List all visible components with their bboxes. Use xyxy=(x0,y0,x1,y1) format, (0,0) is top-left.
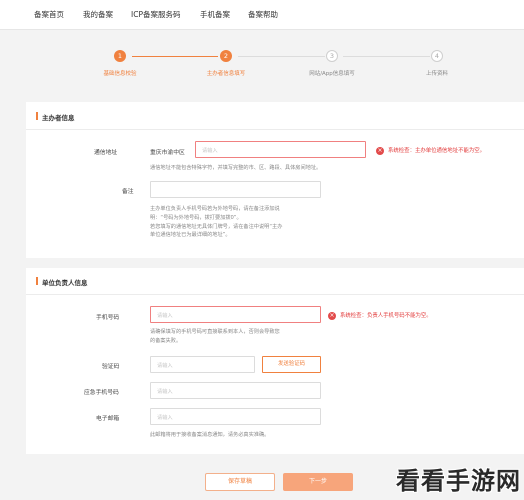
remark-label: 备注 xyxy=(122,189,134,195)
address-prefix: 重庆市渝中区 xyxy=(150,150,185,156)
step-connector-3 xyxy=(343,56,430,57)
phone-placeholder: 请输入 xyxy=(157,313,173,319)
send-code-button[interactable]: 发送验证码 xyxy=(262,356,321,373)
phone-label: 手机号码 xyxy=(96,315,120,321)
nav-icp-service-code[interactable]: ICP备案服务码 xyxy=(131,9,180,20)
address-input[interactable]: 请输入 xyxy=(195,141,366,158)
phone-error: × 系统检查：负责人手机号码不能为空。 xyxy=(328,311,432,320)
next-step-button[interactable]: 下一步 xyxy=(283,473,353,491)
error-icon: × xyxy=(328,311,336,320)
remark-input[interactable] xyxy=(150,181,321,198)
step-4-circle: 4 xyxy=(431,50,443,62)
emergency-phone-placeholder: 请输入 xyxy=(157,389,173,395)
step-4-label: 上传资料 xyxy=(425,71,449,77)
top-nav: 备案首页 我的备案 ICP备案服务码 手机备案 备案帮助 xyxy=(0,0,524,30)
phone-input[interactable]: 请输入 xyxy=(150,306,321,323)
step-connector-2 xyxy=(238,56,325,57)
step-1-circle: 1 xyxy=(114,50,126,62)
step-2-label: 主办者信息填写 xyxy=(206,71,246,77)
address-label: 通信地址 xyxy=(94,150,118,156)
leader-info-card: 单位负责人信息 手机号码 请输入 × 系统检查：负责人手机号码不能为空。 请确保填… xyxy=(26,268,524,454)
email-label: 电子邮箱 xyxy=(96,416,120,422)
phone-hint-1: 请确保填写的手机号码可直接联系到本人，否则会导致您 xyxy=(150,329,280,335)
address-hint: 通信地址不能包含特殊字符，并填写完整的市、区、路段、具体房间地址。 xyxy=(150,165,322,171)
leader-section-title: 单位负责人信息 xyxy=(36,277,88,287)
emergency-phone-label: 应急手机号码 xyxy=(84,390,119,396)
remark-hint-1: 主办单位负责人手机号码若为外地号码，请在备注添加说 xyxy=(150,206,280,212)
address-error-text: 系统检查：主办单位通信地址不能为空。 xyxy=(388,148,486,154)
step-2-circle: 2 xyxy=(220,50,232,62)
email-input[interactable]: 请输入 xyxy=(150,408,321,425)
sponsor-section-title: 主办者信息 xyxy=(36,112,75,122)
step-1-label: 基础信息校验 xyxy=(103,71,137,77)
address-placeholder: 请输入 xyxy=(202,148,218,154)
phone-error-text: 系统检查：负责人手机号码不能为空。 xyxy=(340,313,432,319)
email-placeholder: 请输入 xyxy=(157,415,173,421)
phone-hint-2: 的备案失败。 xyxy=(150,337,182,344)
save-draft-button[interactable]: 保存草稿 xyxy=(205,473,275,491)
email-hint: 此邮箱将用于接收备案消息通知，请务必真实准确。 xyxy=(150,432,270,438)
remark-hint-2: 明：“号码为外地号码，拨打要加拨0”。 xyxy=(150,214,242,221)
step-3-label: 网站/App信息填写 xyxy=(309,71,355,77)
emergency-phone-input[interactable]: 请输入 xyxy=(150,382,321,399)
code-input[interactable]: 请输入 xyxy=(150,356,255,373)
nav-mobile-filing[interactable]: 手机备案 xyxy=(200,9,230,20)
error-icon: × xyxy=(376,146,384,155)
nav-my-filing[interactable]: 我的备案 xyxy=(83,9,113,20)
section-divider xyxy=(26,129,524,130)
code-label: 验证码 xyxy=(102,364,120,370)
nav-home[interactable]: 备案首页 xyxy=(34,9,64,20)
step-3-circle: 3 xyxy=(326,50,338,62)
sponsor-info-card: 主办者信息 通信地址 重庆市渝中区 请输入 × 系统检查：主办单位通信地址不能为空… xyxy=(26,102,524,258)
icp-filing-page: 备案首页 我的备案 ICP备案服务码 手机备案 备案帮助 1 2 3 4 基础信… xyxy=(0,0,524,500)
nav-help[interactable]: 备案帮助 xyxy=(248,9,278,20)
progress-steps: 1 2 3 4 基础信息校验 主办者信息填写 网站/App信息填写 上传资料 xyxy=(26,44,524,84)
code-placeholder: 请输入 xyxy=(157,363,173,369)
step-connector-1 xyxy=(132,56,218,57)
remark-hint-4: 单位通信地址已为最详细的地址”。 xyxy=(150,232,231,239)
remark-hint-3: 若您填写的通信地址无具体门牌号，请在备注中说明“主办 xyxy=(150,223,283,230)
section-divider xyxy=(26,294,524,295)
address-error: × 系统检查：主办单位通信地址不能为空。 xyxy=(376,146,485,155)
watermark-logo: 看看手游网 xyxy=(396,467,521,495)
